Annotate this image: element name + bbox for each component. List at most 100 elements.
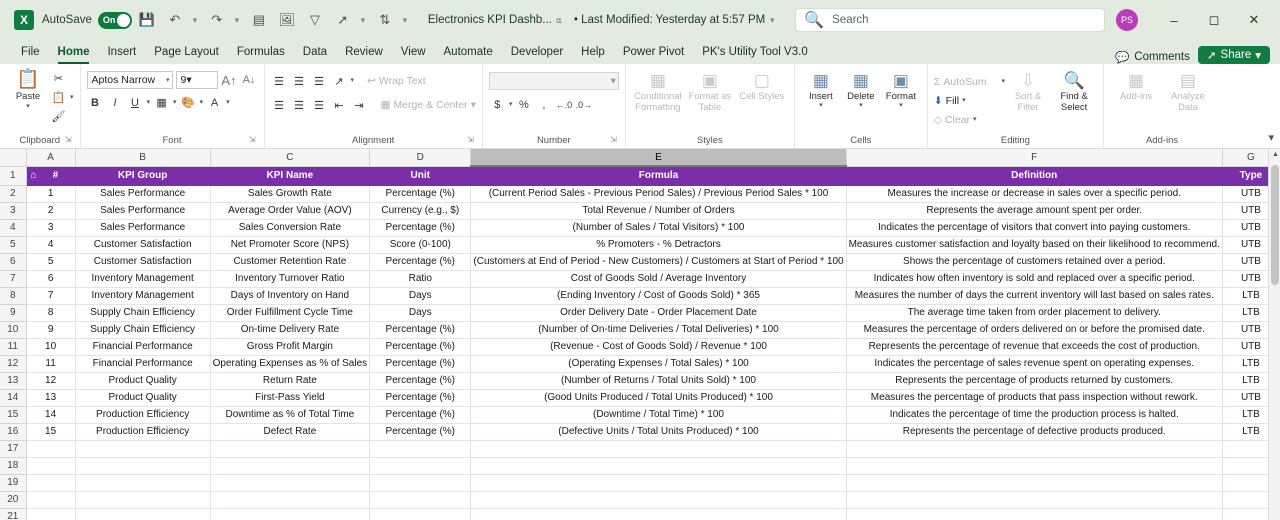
header-cell[interactable]: Formula bbox=[470, 166, 847, 186]
grid-cell[interactable] bbox=[26, 440, 76, 458]
paste-button[interactable]: 📋 Paste ▾ bbox=[6, 67, 50, 111]
autosum-button[interactable]: Σ AutoSum ▾ bbox=[934, 73, 1005, 91]
share-button[interactable]: ➚ Share ▾ bbox=[1197, 46, 1270, 64]
table-row[interactable]: 11 10 Financial Performance Gross Profit Ma… bbox=[0, 338, 1280, 356]
autosave-toggle[interactable]: On bbox=[97, 11, 132, 29]
grid-cell[interactable]: Downtime as % of Total Time bbox=[210, 406, 371, 424]
row-header[interactable]: 4 bbox=[0, 219, 27, 237]
grid-cell[interactable]: Gross Profit Margin bbox=[210, 338, 371, 356]
collapse-ribbon-icon[interactable]: ▾ bbox=[1268, 131, 1274, 144]
grid-cell[interactable]: Percentage (%) bbox=[369, 406, 472, 424]
row-header[interactable]: 7 bbox=[0, 270, 27, 288]
tab-help[interactable]: Help bbox=[572, 42, 614, 64]
table-row[interactable]: 7 6 Inventory Management Inventory Turnover… bbox=[0, 270, 1280, 288]
grid-cell[interactable]: Percentage (%) bbox=[369, 389, 472, 407]
grid-cell[interactable] bbox=[75, 440, 211, 458]
grid-cell[interactable]: Operating Expenses as % of Sales bbox=[210, 355, 371, 373]
merge-center-button[interactable]: ▦ Merge & Center ▾ bbox=[381, 96, 476, 114]
grid-cell[interactable]: Percentage (%) bbox=[369, 423, 472, 441]
grid-cell[interactable]: Defect Rate bbox=[210, 423, 371, 441]
grid-cell[interactable]: Ratio bbox=[369, 270, 472, 288]
font-dialog-launcher-icon[interactable]: ⇲ bbox=[249, 132, 256, 147]
conditional-formatting-button[interactable]: ▦ Conditional Formatting bbox=[632, 71, 684, 113]
grid-cell[interactable]: 8 bbox=[26, 304, 76, 322]
scrollbar-thumb[interactable] bbox=[1271, 165, 1279, 285]
row-header[interactable]: 12 bbox=[0, 355, 27, 373]
table-row[interactable]: 15 14 Production Efficiency Downtime as % o… bbox=[0, 406, 1280, 424]
save-icon[interactable]: 💾 bbox=[134, 7, 160, 33]
addins-button[interactable]: ▦ Add-ins bbox=[1110, 71, 1162, 102]
font-color-chevron-down-icon[interactable]: ▾ bbox=[226, 99, 230, 107]
header-cell[interactable]: Definition bbox=[846, 166, 1223, 186]
font-color-icon[interactable]: A bbox=[206, 94, 223, 111]
grid-cell[interactable]: On-time Delivery Rate bbox=[210, 321, 371, 339]
grid-cell[interactable]: Indicates how often inventory is sold an… bbox=[846, 270, 1223, 288]
italic-button[interactable]: I bbox=[107, 94, 124, 111]
grid-cell[interactable]: First-Pass Yield bbox=[210, 389, 371, 407]
column-header-d[interactable]: D bbox=[369, 149, 472, 167]
grid-cell[interactable] bbox=[846, 457, 1223, 475]
grid-cell[interactable]: (Number of On-time Deliveries / Total De… bbox=[470, 321, 847, 339]
comma-format-icon[interactable]: , bbox=[535, 96, 552, 113]
grid-cell[interactable]: Order Fulfillment Cycle Time bbox=[210, 304, 371, 322]
grid-cell[interactable]: Order Delivery Date - Order Placement Da… bbox=[470, 304, 847, 322]
grid-cell[interactable]: 12 bbox=[26, 372, 76, 390]
grid-cell[interactable]: Cost of Goods Sold / Average Inventory bbox=[470, 270, 847, 288]
search-doc-icon[interactable]: ⍺ bbox=[552, 7, 566, 33]
grid-cell[interactable]: Inventory Turnover Ratio bbox=[210, 270, 371, 288]
home-icon[interactable]: ⌂ bbox=[31, 170, 37, 181]
paste-chevron-down-icon[interactable]: ▾ bbox=[26, 103, 30, 111]
cell-styles-button[interactable]: ▢ Cell Styles bbox=[736, 71, 788, 102]
grid-cell[interactable]: Days bbox=[369, 304, 472, 322]
grid-cell[interactable] bbox=[470, 457, 847, 475]
row-header[interactable]: 2 bbox=[0, 185, 27, 203]
row-header[interactable]: 5 bbox=[0, 236, 27, 254]
cut-icon[interactable]: ✂ bbox=[50, 70, 67, 87]
table-row[interactable]: 14 13 Product Quality First-Pass Yield Perce… bbox=[0, 389, 1280, 407]
grid-cell[interactable]: 9 bbox=[26, 321, 76, 339]
grid-cell[interactable]: Percentage (%) bbox=[369, 372, 472, 390]
grid-cell[interactable]: Measures the number of days the current … bbox=[846, 287, 1223, 305]
grid-cell[interactable] bbox=[75, 457, 211, 475]
grid-cell[interactable] bbox=[26, 474, 76, 492]
avatar[interactable]: PS bbox=[1116, 9, 1138, 31]
sort-filter-button[interactable]: ⇩ Sort & Filter bbox=[1005, 71, 1051, 113]
grid-cell[interactable]: Supply Chain Efficiency bbox=[75, 304, 211, 322]
empty-row[interactable]: 18 bbox=[0, 457, 1280, 475]
grid-cell[interactable]: 3 bbox=[26, 219, 76, 237]
grid-cell[interactable]: Currency (e.g., $) bbox=[369, 202, 472, 220]
grid-cell[interactable]: 14 bbox=[26, 406, 76, 424]
grid-cell[interactable]: Percentage (%) bbox=[369, 321, 472, 339]
select-all-corner[interactable] bbox=[0, 149, 27, 167]
align-bottom-icon[interactable]: ☰ bbox=[311, 73, 328, 90]
table-row[interactable]: 16 15 Production Efficiency Defect Rate Perc… bbox=[0, 423, 1280, 441]
grid-cell[interactable]: (Revenue - Cost of Goods Sold) / Revenue… bbox=[470, 338, 847, 356]
grid-cell[interactable]: 6 bbox=[26, 270, 76, 288]
close-icon[interactable]: ✕ bbox=[1234, 5, 1274, 35]
row-header[interactable]: 13 bbox=[0, 372, 27, 390]
number-format-select[interactable]: ▾ bbox=[488, 72, 619, 90]
align-right-icon[interactable]: ☰ bbox=[311, 97, 328, 114]
row-header[interactable]: 19 bbox=[0, 474, 27, 492]
grid-cell[interactable]: Percentage (%) bbox=[369, 355, 472, 373]
fill-button[interactable]: ⬇ Fill ▾ bbox=[934, 92, 1005, 110]
grid-cell[interactable]: (Ending Inventory / Cost of Goods Sold) … bbox=[470, 287, 847, 305]
grid-cell[interactable]: Indicates the percentage of time the pro… bbox=[846, 406, 1223, 424]
grid-cell[interactable] bbox=[26, 491, 76, 509]
row-header[interactable]: 20 bbox=[0, 491, 27, 509]
grid-cell[interactable] bbox=[26, 508, 76, 520]
grid-cell[interactable]: Sales Performance bbox=[75, 202, 211, 220]
grid-cell[interactable]: Days of Inventory on Hand bbox=[210, 287, 371, 305]
grid-cell[interactable] bbox=[846, 491, 1223, 509]
borders-icon[interactable]: ▦ bbox=[153, 94, 170, 111]
tab-data[interactable]: Data bbox=[294, 42, 336, 64]
format-painter-icon[interactable]: 🖌 bbox=[50, 108, 67, 125]
insert-cells-button[interactable]: ▦ Insert ▾ bbox=[801, 71, 841, 110]
share-chevron-down-icon[interactable]: ▾ bbox=[356, 7, 370, 33]
row-header[interactable]: 9 bbox=[0, 304, 27, 322]
grid-cell[interactable]: Average Order Value (AOV) bbox=[210, 202, 371, 220]
tab-pk-utility-tool[interactable]: PK's Utility Tool V3.0 bbox=[693, 42, 817, 64]
grid-cell[interactable]: Represents the percentage of defective p… bbox=[846, 423, 1223, 441]
grid-cell[interactable] bbox=[75, 474, 211, 492]
grid-cell[interactable]: Percentage (%) bbox=[369, 185, 472, 203]
